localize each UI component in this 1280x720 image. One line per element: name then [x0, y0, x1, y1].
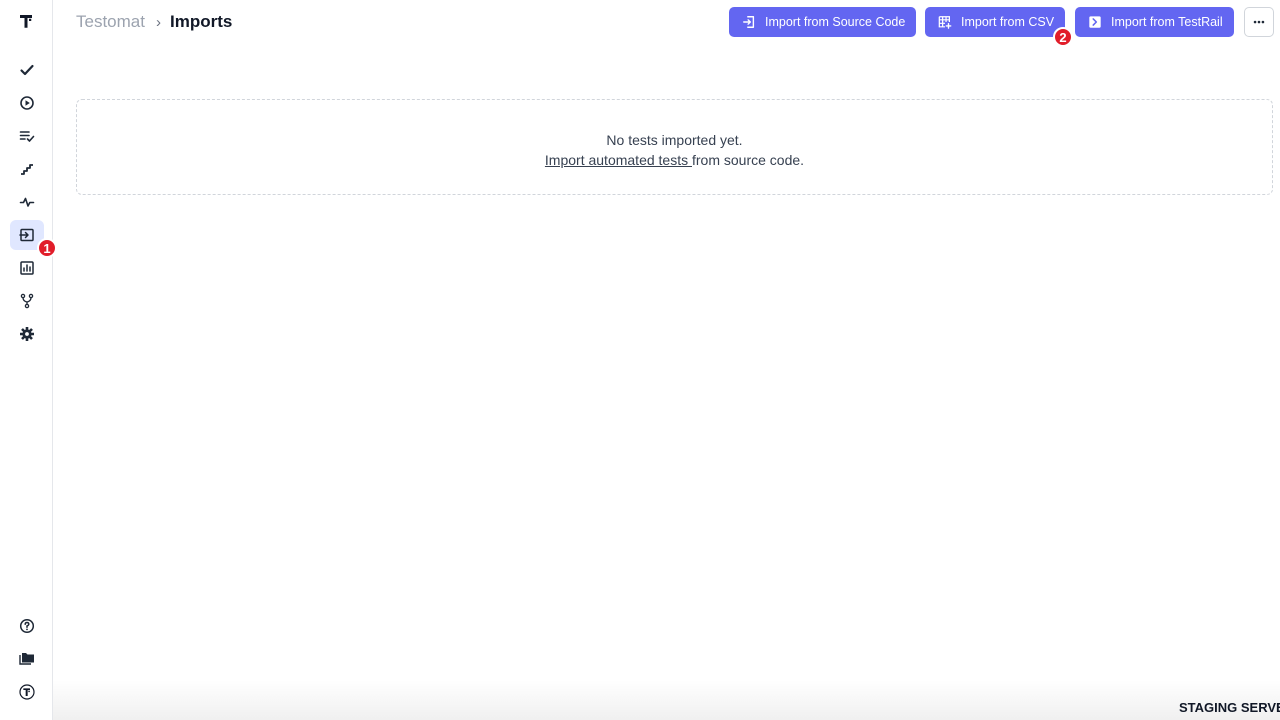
account-avatar[interactable] [10, 677, 44, 707]
step-marker-2: 2 [1053, 27, 1073, 47]
folders-icon [19, 653, 34, 665]
stairs-icon [21, 164, 33, 175]
import-from-source-code-button[interactable]: Import from Source Code [729, 7, 916, 37]
sign-in-icon [743, 16, 755, 28]
sidebar-item-steps[interactable] [10, 154, 44, 184]
import-icon [19, 228, 34, 242]
bottom-fade [53, 680, 1280, 720]
table-plus-icon [938, 16, 952, 29]
step-marker-1: 1 [37, 238, 57, 258]
testomat-logo-icon[interactable] [14, 9, 38, 33]
more-options-button[interactable] [1244, 7, 1274, 37]
sidebar-item-tests[interactable] [10, 55, 44, 85]
button-label: Import from CSV [961, 15, 1055, 29]
bar-chart-icon [20, 261, 34, 275]
sidebar-item-plans[interactable] [10, 121, 44, 151]
sidebar-item-settings[interactable] [10, 319, 44, 349]
sidebar-item-analytics[interactable] [10, 253, 44, 283]
import-from-testrail-button[interactable]: Import from TestRail [1075, 7, 1234, 37]
button-label: Import from TestRail [1111, 15, 1223, 29]
question-circle-icon [19, 618, 35, 634]
testrail-icon [1089, 16, 1101, 28]
empty-state-message: No tests imported yet. [606, 132, 743, 148]
checkmark-icon [20, 64, 34, 76]
import-from-csv-button[interactable]: Import from CSV [925, 7, 1065, 37]
sidebar-item-runs[interactable] [10, 88, 44, 118]
sidebar [0, 0, 53, 720]
button-label: Import from Source Code [765, 15, 906, 29]
pulse-icon [19, 197, 35, 207]
breadcrumb-separator: › [155, 13, 161, 31]
empty-state-panel: No tests imported yet. Import automated … [76, 99, 1273, 195]
git-branch-icon [20, 293, 34, 309]
staging-server-label: STAGING SERVE [1179, 700, 1280, 715]
import-automated-tests-link[interactable]: Import automated tests [545, 152, 692, 168]
sidebar-item-pulse[interactable] [10, 187, 44, 217]
page-title: Imports [169, 12, 233, 31]
breadcrumb: Testomat › Imports [76, 11, 232, 33]
empty-state-hint: Import automated tests from source code. [77, 150, 1272, 170]
testomat-circle-logo-icon [19, 684, 35, 700]
sidebar-item-branches[interactable] [10, 286, 44, 316]
play-circle-icon [20, 96, 34, 110]
empty-state-hint-suffix: from source code. [692, 152, 805, 168]
ellipsis-icon [1253, 20, 1265, 24]
sidebar-item-projects[interactable] [10, 644, 44, 674]
list-check-icon [19, 131, 35, 142]
gear-icon [20, 327, 34, 341]
sidebar-item-help[interactable] [10, 611, 44, 641]
breadcrumb-root[interactable]: Testomat [76, 12, 145, 32]
